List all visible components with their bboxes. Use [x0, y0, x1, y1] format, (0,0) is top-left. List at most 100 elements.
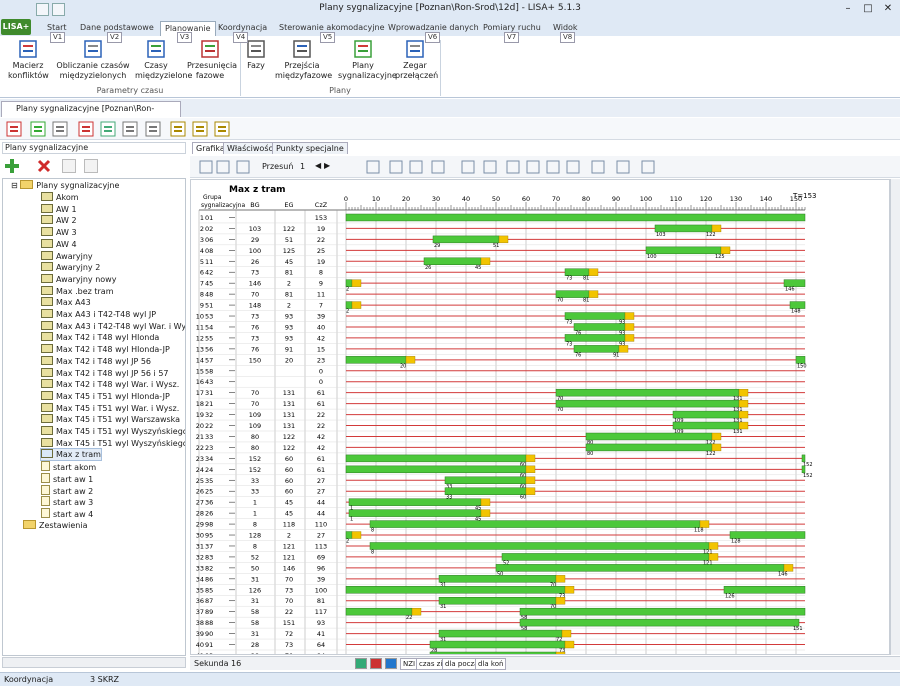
tree-item[interactable]: Awaryjny nowy: [41, 273, 116, 285]
tree-root[interactable]: ⊟ Plany sygnalizacyjne: [11, 180, 119, 191]
tree-item[interactable]: Awaryjny: [41, 250, 93, 262]
toolbar-tool-icon[interactable]: [30, 121, 46, 137]
tree-item[interactable]: Max T45 i T51 wyl Warszawska: [41, 414, 180, 425]
view-toggle-icon[interactable]: [370, 658, 382, 669]
view-tab-2[interactable]: Punkty specjalne: [272, 142, 348, 154]
bottom-tab[interactable]: dla koń: [475, 658, 507, 670]
app-menu-button[interactable]: LISA+: [1, 19, 31, 35]
delete-icon[interactable]: [37, 159, 51, 173]
tree-item[interactable]: Max T42 i T48 wyl Hlonda-JP: [41, 344, 170, 355]
graphics-tool-icon[interactable]: [565, 159, 581, 175]
chart-vertical-scrollbar[interactable]: [890, 179, 900, 655]
tree-item[interactable]: Max .bez tram: [41, 285, 114, 297]
tree-item[interactable]: Max T45 i T51 wyl Hlonda-JP: [41, 390, 170, 402]
tree-item[interactable]: Max T45 i T51 wyl Wyszyńskiego 53 i: [41, 426, 185, 437]
graphics-tool-icon[interactable]: [430, 159, 446, 175]
graphics-tool-icon[interactable]: [545, 159, 561, 175]
toolbar-tool-icon[interactable]: [78, 121, 94, 137]
tree-item[interactable]: Max T45 i T51 wyl Wyszyńskiego 58: [41, 437, 185, 449]
matrix-button[interactable]: Macierz konfliktów: [8, 39, 49, 81]
shift-value[interactable]: 1: [300, 162, 305, 171]
calc-icon: [83, 39, 103, 59]
tree-item[interactable]: Max A43: [41, 297, 91, 308]
graphics-tool-icon[interactable]: [460, 159, 476, 175]
switch-clock-button[interactable]: Zegar przełączeń: [395, 39, 438, 81]
row-number: 11: [196, 323, 204, 331]
tree-item[interactable]: Max T42 i T48 wyl JP 56: [41, 355, 151, 367]
paste-icon[interactable]: [84, 159, 98, 173]
left-horizontal-scrollbar[interactable]: [2, 657, 186, 668]
tree-item[interactable]: Max A43 i T42-T48 wyl JP: [41, 309, 156, 320]
tab-key-hint: V8: [560, 32, 576, 43]
tree-item[interactable]: AW 4: [41, 238, 77, 250]
phases-button[interactable]: Fazy: [245, 39, 267, 71]
toolbar-tool-icon[interactable]: [122, 121, 138, 137]
toolbar-tool-icon[interactable]: [214, 121, 230, 137]
graphics-tool-icon[interactable]: [505, 159, 521, 175]
tree-item[interactable]: Max A43 i T42-T48 wyl War. i Wysz.: [41, 320, 185, 332]
graphics-tool-icon[interactable]: [215, 159, 231, 175]
tree-item[interactable]: AW 1: [41, 203, 77, 215]
graphics-tool-icon[interactable]: [615, 159, 631, 175]
tree-item-label: AW 2: [56, 216, 77, 226]
view-toggle-icon[interactable]: [385, 658, 397, 669]
clock-check-button[interactable]: Czasy międzyzielone: [135, 39, 192, 81]
graphics-tool-icon[interactable]: [408, 159, 424, 175]
row-czz: 8: [319, 269, 323, 277]
tree-folder-summaries[interactable]: Zestawienia: [23, 519, 88, 531]
toolbar-tool-icon[interactable]: [145, 121, 161, 137]
tree-item[interactable]: start aw 1: [41, 472, 93, 485]
toolbar-tool-icon[interactable]: [170, 121, 186, 137]
graphics-tool-icon[interactable]: [388, 159, 404, 175]
view-tab-1[interactable]: Właściwości: [223, 142, 280, 154]
tree-item[interactable]: AW 2: [41, 215, 77, 226]
row-eg: 60: [285, 455, 293, 463]
close-icon[interactable]: ✕: [878, 1, 898, 17]
signal-plans-button[interactable]: Plany sygnalizacyjne: [338, 39, 397, 81]
minimize-icon[interactable]: –: [838, 1, 858, 17]
tree-item[interactable]: start aw 4: [41, 507, 93, 520]
tree-item[interactable]: start aw 2: [41, 484, 93, 497]
amber-bar: [405, 356, 416, 364]
view-toggle-icon[interactable]: [355, 658, 367, 669]
add-icon[interactable]: [5, 159, 19, 173]
graphics-tool-icon[interactable]: [525, 159, 541, 175]
bg-mark: 26: [425, 265, 431, 271]
row-eg: 122: [283, 225, 295, 233]
tree-item[interactable]: Max z tram: [40, 448, 102, 462]
tree-item[interactable]: Max T42 i T48 wyl JP 56 i 57: [41, 367, 169, 379]
tree-item[interactable]: Max T45 i T51 wyl War. i Wysz.: [41, 402, 179, 414]
toolbar-tool-icon[interactable]: [192, 121, 208, 137]
tree-item[interactable]: start aw 3: [41, 496, 93, 508]
graphics-tool-icon[interactable]: [235, 159, 251, 175]
tree-item[interactable]: Max T42 i T48 wyl War. i Wysz.: [41, 379, 179, 390]
graphics-tool-icon[interactable]: [482, 159, 498, 175]
graphics-tool-icon[interactable]: [590, 159, 606, 175]
tree-item[interactable]: AW 3: [41, 227, 77, 238]
shift-right-icon[interactable]: ▶: [324, 161, 330, 170]
collapse-icon[interactable]: ⊟: [11, 181, 20, 190]
transitions-button[interactable]: Przejścia międzyfazowe: [275, 39, 332, 81]
toolbar-tool-icon[interactable]: [100, 121, 116, 137]
graphics-tool-icon[interactable]: [640, 159, 656, 175]
tree-item[interactable]: Akom: [41, 192, 79, 203]
view-tabs: Grafika Właściwości Punkty specjalne: [190, 141, 900, 155]
row-group: 11: [205, 258, 213, 266]
bottom-tab[interactable]: czas zi: [416, 658, 446, 670]
tree-item[interactable]: start akom: [41, 461, 96, 473]
graphics-tool-icon[interactable]: [365, 159, 381, 175]
toolbar-tool-icon[interactable]: [6, 121, 22, 137]
graphics-tool-icon[interactable]: [198, 159, 214, 175]
document-tab[interactable]: Plany sygnalizacyjne [Poznan\Ron-Srod\12…: [1, 101, 181, 127]
maximize-icon[interactable]: □: [858, 1, 878, 17]
shift-left-icon[interactable]: ◀: [315, 161, 321, 170]
tree-item[interactable]: Max T42 i T48 wyl Hlonda: [41, 332, 159, 343]
calc-button[interactable]: Obliczanie czasów międzyzielonych: [52, 39, 134, 81]
tree-item[interactable]: Awaryjny 2: [41, 262, 100, 273]
tree-item-label: AW 4: [56, 239, 77, 249]
phase-shift-button[interactable]: Przesunięcia fazowe: [187, 39, 237, 81]
bg-mark: 8: [371, 549, 374, 555]
copy-icon[interactable]: [62, 159, 76, 173]
toolbar-tool-icon[interactable]: [52, 121, 68, 137]
row-bg: 80: [251, 433, 259, 441]
